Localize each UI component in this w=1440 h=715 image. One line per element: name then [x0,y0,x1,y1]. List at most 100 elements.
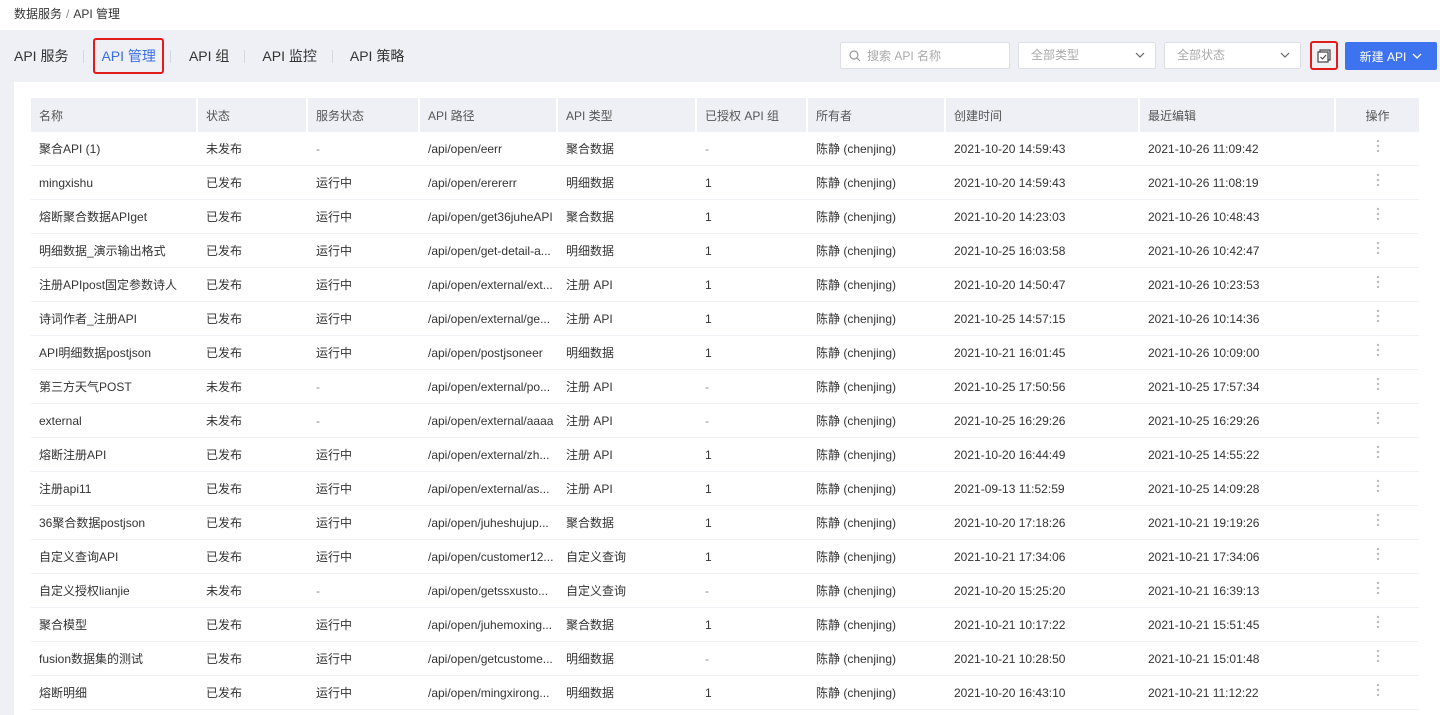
row-actions-menu[interactable] [1336,166,1419,200]
row-actions-menu[interactable] [1336,608,1419,642]
cell-name[interactable]: 聚合模型 [31,608,198,642]
table-row[interactable]: 诗词作者_注册API 已发布 运行中/api/open/external/ge...… [31,302,1419,336]
cell-authorized-groups: 1 [697,200,808,234]
cell-created-at: 2021-10-21 10:17:22 [946,608,1140,642]
tab-bar: API 服务 API 管理 API 组 API 监控 API 策略 [6,38,412,74]
cell-name[interactable]: 第三方天气POST [31,370,198,404]
row-actions-menu[interactable] [1336,642,1419,676]
table-row[interactable]: 注册api11 已发布 运行中/api/open/external/as... 注册 … [31,472,1419,506]
cell-created-at: 2021-10-20 14:59:43 [946,132,1140,166]
tab-api-management[interactable]: API 管理 [83,38,164,74]
cell-api-type: 注册 API [558,302,697,336]
more-vertical-icon [1376,241,1379,255]
cell-name[interactable]: 熔断明细 [31,676,198,710]
cell-name[interactable]: 熔断注册API [31,438,198,472]
row-actions-menu[interactable] [1336,574,1419,608]
row-actions-menu[interactable] [1336,132,1419,166]
row-actions-menu[interactable] [1336,200,1419,234]
column-header[interactable]: 名称 [31,98,198,132]
table-row[interactable]: 聚合模型 已发布 运行中/api/open/juhemoxing... 聚合数据 1 陈静… [31,608,1419,642]
cell-name[interactable]: 注册APIpost固定参数诗人 [31,268,198,302]
more-vertical-icon [1376,275,1379,289]
cell-api-type: 注册 API [558,370,697,404]
table-row[interactable]: 第三方天气POST 未发布 -/api/open/external/po... 注册 … [31,370,1419,404]
column-header[interactable]: 所有者 [808,98,946,132]
tab-api-policy[interactable]: API 策略 [331,40,412,72]
table-row[interactable]: 自定义授权lianjie 未发布 -/api/open/getssxusto... 自… [31,574,1419,608]
batch-copy-button[interactable] [1310,41,1338,70]
cell-service-status: 运行中 [308,166,420,200]
cell-api-path: /api/open/external/ge... [420,302,558,336]
cell-name[interactable]: 聚合API (1) [31,132,198,166]
column-header[interactable]: 最近编辑 [1140,98,1336,132]
row-actions-menu[interactable] [1336,234,1419,268]
row-actions-menu[interactable] [1336,370,1419,404]
cell-service-status: 运行中 [308,336,420,370]
table-row[interactable]: fusion数据集的测试 已发布 运行中/api/open/getcustome..… [31,642,1419,676]
cell-name[interactable]: 自定义查询API [31,540,198,574]
row-actions-menu[interactable] [1336,676,1419,710]
tab-api-monitor[interactable]: API 监控 [244,40,324,72]
cell-owner: 陈静 (chenjing) [808,642,946,676]
table-row[interactable]: 36聚合数据postjson 已发布 运行中/api/open/juheshujup… [31,506,1419,540]
cell-name[interactable]: API明细数据postjson [31,336,198,370]
tab-api-service[interactable]: API 服务 [6,40,76,72]
cell-owner: 陈静 (chenjing) [808,370,946,404]
breadcrumb-parent[interactable]: 数据服务 [14,7,62,21]
table-row[interactable]: 明细数据_演示输出格式 已发布 运行中/api/open/get-detail-a.… [31,234,1419,268]
table-row[interactable]: 聚合API (1) 未发布 -/api/open/eerr 聚合数据 - 陈静 (chen… [31,132,1419,166]
cell-created-at: 2021-10-20 14:23:03 [946,200,1140,234]
cell-api-type: 聚合数据 [558,506,697,540]
cell-name[interactable]: 36聚合数据postjson [31,506,198,540]
cell-owner: 陈静 (chenjing) [808,234,946,268]
cell-name[interactable]: 明细数据_演示输出格式 [31,234,198,268]
cell-created-at: 2021-10-25 16:29:26 [946,404,1140,438]
cell-name[interactable]: 自定义授权lianjie [31,574,198,608]
table-row[interactable]: mingxishu 已发布 运行中/api/open/erererr 明细数据 1 陈静 … [31,166,1419,200]
type-filter-select[interactable]: 全部类型 [1018,42,1156,69]
table-row[interactable]: 熔断聚合数据APIget 已发布 运行中/api/open/get36juheAPI… [31,200,1419,234]
cell-name[interactable]: mingxishu [31,166,198,200]
new-api-button[interactable]: 新建 API [1345,42,1437,70]
row-actions-menu[interactable] [1336,336,1419,370]
table-row[interactable]: 熔断明细 已发布 运行中/api/open/mingxirong... 明细数据 1 陈静… [31,676,1419,710]
more-vertical-icon [1376,445,1379,459]
column-header[interactable]: API 类型 [558,98,697,132]
column-header[interactable]: 创建时间 [946,98,1140,132]
column-header[interactable]: 状态 [198,98,308,132]
row-actions-menu[interactable] [1336,438,1419,472]
row-actions-menu[interactable] [1336,302,1419,336]
row-actions-menu[interactable] [1336,472,1419,506]
column-header[interactable]: 服务状态 [308,98,420,132]
row-actions-menu[interactable] [1336,506,1419,540]
cell-created-at: 2021-10-20 16:43:10 [946,676,1140,710]
tab-api-group[interactable]: API 组 [169,40,237,72]
cell-owner: 陈静 (chenjing) [808,404,946,438]
cell-name[interactable]: 熔断聚合数据APIget [31,200,198,234]
more-vertical-icon [1376,309,1379,323]
row-actions-menu[interactable] [1336,404,1419,438]
status-filter-select[interactable]: 全部状态 [1164,42,1301,69]
cell-api-path: /api/open/get-detail-a... [420,234,558,268]
breadcrumb-separator: / [66,7,70,21]
cell-api-path: /api/open/getcustome... [420,642,558,676]
table-row[interactable]: 熔断注册API 已发布 运行中/api/open/external/zh... 注册 … [31,438,1419,472]
table-row[interactable]: external 未发布 -/api/open/external/aaaa 注册 AP… [31,404,1419,438]
table-row[interactable]: 自定义查询API 已发布 运行中/api/open/customer12... 自定义… [31,540,1419,574]
cell-service-status: 运行中 [308,608,420,642]
table-row[interactable]: API明细数据postjson 已发布 运行中/api/open/postjsone… [31,336,1419,370]
row-actions-menu[interactable] [1336,540,1419,574]
table-row[interactable]: 注册APIpost固定参数诗人 已发布 运行中/api/open/external/… [31,268,1419,302]
cell-status: 已发布 [198,642,308,676]
cell-name[interactable]: 注册api11 [31,472,198,506]
row-actions-menu[interactable] [1336,268,1419,302]
column-header[interactable]: API 路径 [420,98,558,132]
cell-last-edited: 2021-10-21 15:01:48 [1140,642,1336,676]
cell-name[interactable]: fusion数据集的测试 [31,642,198,676]
search-input[interactable] [867,48,997,63]
cell-name[interactable]: 诗词作者_注册API [31,302,198,336]
search-box[interactable] [840,42,1010,69]
column-header[interactable]: 已授权 API 组 [697,98,808,132]
cell-last-edited: 2021-10-25 14:55:22 [1140,438,1336,472]
cell-name[interactable]: external [31,404,198,438]
